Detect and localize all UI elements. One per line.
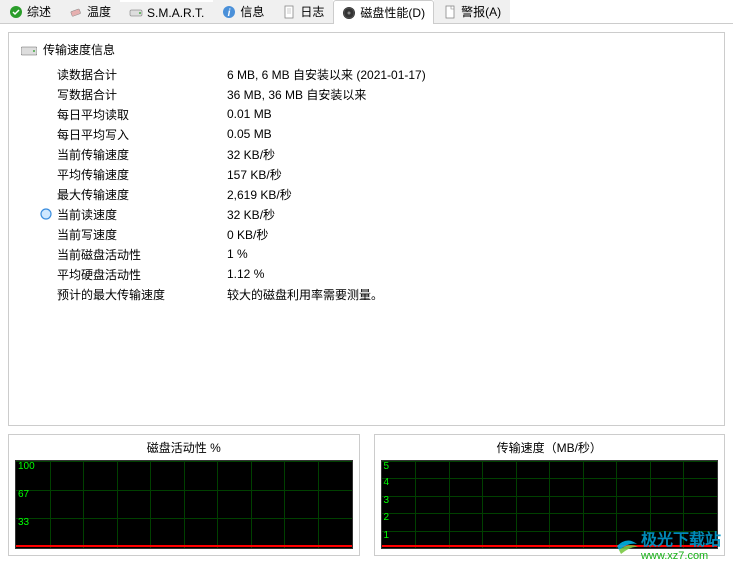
info-row: 预计的最大传输速度较大的磁盘利用率需要测量。 <box>39 284 712 304</box>
tick-label: 3 <box>384 496 390 506</box>
row-label: 当前传输速度 <box>57 146 227 163</box>
svg-text:i: i <box>228 8 231 19</box>
row-value: 6 MB, 6 MB 自安装以来 (2021-01-17) <box>227 66 426 83</box>
tab-log[interactable]: 日志 <box>273 0 333 23</box>
row-label: 平均传输速度 <box>57 166 227 183</box>
tick-label: 4 <box>384 478 390 488</box>
tab-bar: 综述 温度 S.M.A.R.T. i 信息 日志 磁盘性能(D) 警报(A) <box>0 0 733 24</box>
swoosh-icon <box>615 532 639 556</box>
info-icon: i <box>222 5 236 19</box>
row-label: 写数据合计 <box>57 86 227 103</box>
row-value: 1 % <box>227 247 248 261</box>
row-label: 平均硬盘活动性 <box>57 266 227 283</box>
row-marker-icon <box>39 207 53 221</box>
data-line <box>16 545 352 547</box>
row-label: 当前写速度 <box>57 226 227 243</box>
graph-disk-activity: 磁盘活动性 % 100 67 33 <box>8 434 360 556</box>
info-row: 写数据合计36 MB, 36 MB 自安装以来 <box>39 84 712 104</box>
tab-label: 日志 <box>300 3 324 20</box>
row-marker-icon <box>39 107 53 121</box>
row-marker-icon <box>39 267 53 281</box>
disc-icon <box>342 6 356 20</box>
tab-smart[interactable]: S.M.A.R.T. <box>120 2 213 23</box>
row-marker-icon <box>39 147 53 161</box>
graph-canvas-left: 100 67 33 <box>15 460 353 549</box>
graph-title: 传输速度（MB/秒） <box>381 439 719 460</box>
content-panel: 传输速度信息 读数据合计6 MB, 6 MB 自安装以来 (2021-01-17… <box>8 32 725 426</box>
row-label: 最大传输速度 <box>57 186 227 203</box>
tick-label: 5 <box>384 462 390 472</box>
watermark-brand: 极光下载站 <box>641 526 721 550</box>
row-marker-icon <box>39 227 53 241</box>
graph-title: 磁盘活动性 % <box>15 439 353 460</box>
info-row: 每日平均写入0.05 MB <box>39 124 712 144</box>
info-row: 平均传输速度157 KB/秒 <box>39 164 712 184</box>
drive-icon <box>129 6 143 20</box>
row-value: 32 KB/秒 <box>227 146 275 163</box>
tab-label: S.M.A.R.T. <box>147 6 204 20</box>
info-row: 当前传输速度32 KB/秒 <box>39 144 712 164</box>
tab-disk-perf[interactable]: 磁盘性能(D) <box>333 0 434 24</box>
row-value: 36 MB, 36 MB 自安装以来 <box>227 86 366 103</box>
row-value: 0.01 MB <box>227 107 272 121</box>
row-label: 每日平均写入 <box>57 126 227 143</box>
info-row: 平均硬盘活动性1.12 % <box>39 264 712 284</box>
tab-overview[interactable]: 综述 <box>0 0 60 23</box>
section-title: 传输速度信息 <box>43 41 115 58</box>
row-marker-icon <box>39 287 53 301</box>
document-icon <box>282 5 296 19</box>
tick-label: 33 <box>18 518 29 528</box>
eraser-icon <box>69 5 83 19</box>
row-marker-icon <box>39 67 53 81</box>
info-row: 每日平均读取0.01 MB <box>39 104 712 124</box>
row-value: 32 KB/秒 <box>227 206 275 223</box>
row-label: 预计的最大传输速度 <box>57 286 227 303</box>
row-value: 2,619 KB/秒 <box>227 186 292 203</box>
row-label: 当前磁盘活动性 <box>57 246 227 263</box>
tab-info[interactable]: i 信息 <box>213 0 273 23</box>
row-marker-icon <box>39 167 53 181</box>
watermark-url: www.xz7.com <box>641 550 721 562</box>
tab-label: 警报(A) <box>461 3 501 20</box>
row-label: 每日平均读取 <box>57 106 227 123</box>
row-marker-icon <box>39 87 53 101</box>
tick-label: 2 <box>384 513 390 523</box>
row-label: 当前读速度 <box>57 206 227 223</box>
section-header: 传输速度信息 <box>21 41 712 58</box>
info-row: 当前读速度32 KB/秒 <box>39 204 712 224</box>
tick-label: 100 <box>18 462 35 472</box>
tick-label: 1 <box>384 531 390 541</box>
watermark: 极光下载站 www.xz7.com <box>615 526 721 562</box>
info-row: 最大传输速度2,619 KB/秒 <box>39 184 712 204</box>
page-icon <box>443 5 457 19</box>
tab-label: 综述 <box>27 3 51 20</box>
row-value: 1.12 % <box>227 267 264 281</box>
row-value: 157 KB/秒 <box>227 166 282 183</box>
info-row: 读数据合计6 MB, 6 MB 自安装以来 (2021-01-17) <box>39 64 712 84</box>
drive-icon <box>21 45 37 55</box>
info-row: 当前写速度0 KB/秒 <box>39 224 712 244</box>
tab-label: 信息 <box>240 3 264 20</box>
row-marker-icon <box>39 247 53 261</box>
tab-label: 温度 <box>87 3 111 20</box>
info-row: 当前磁盘活动性1 % <box>39 244 712 264</box>
row-marker-icon <box>39 127 53 141</box>
tab-temperature[interactable]: 温度 <box>60 0 120 23</box>
tab-label: 磁盘性能(D) <box>360 4 425 21</box>
row-label: 读数据合计 <box>57 66 227 83</box>
row-marker-icon <box>39 187 53 201</box>
row-value: 较大的磁盘利用率需要测量。 <box>227 286 383 303</box>
check-icon <box>9 5 23 19</box>
info-rows: 读数据合计6 MB, 6 MB 自安装以来 (2021-01-17)写数据合计3… <box>39 64 712 304</box>
tick-label: 67 <box>18 490 29 500</box>
row-value: 0.05 MB <box>227 127 272 141</box>
row-value: 0 KB/秒 <box>227 226 268 243</box>
tab-alarm[interactable]: 警报(A) <box>434 0 510 23</box>
